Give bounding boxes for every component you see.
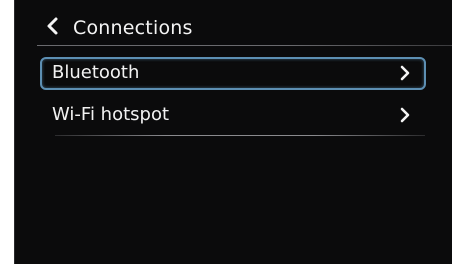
menu-item-label: Bluetooth bbox=[52, 62, 140, 83]
chevron-right-icon bbox=[400, 107, 410, 123]
page-title: Connections bbox=[73, 17, 193, 39]
menu-divider bbox=[55, 135, 425, 136]
menu-item-label: Wi-Fi hotspot bbox=[52, 104, 170, 125]
chevron-left-icon[interactable] bbox=[45, 16, 61, 36]
menu-item-wifi-hotspot[interactable]: Wi-Fi hotspot bbox=[40, 99, 426, 132]
menu-item-bluetooth[interactable]: Bluetooth bbox=[40, 57, 426, 90]
header: Connections bbox=[15, 0, 452, 46]
header-divider bbox=[37, 45, 452, 46]
chevron-right-icon bbox=[400, 65, 410, 81]
connections-screen: Connections Bluetooth Wi-Fi hotspot bbox=[14, 0, 452, 264]
